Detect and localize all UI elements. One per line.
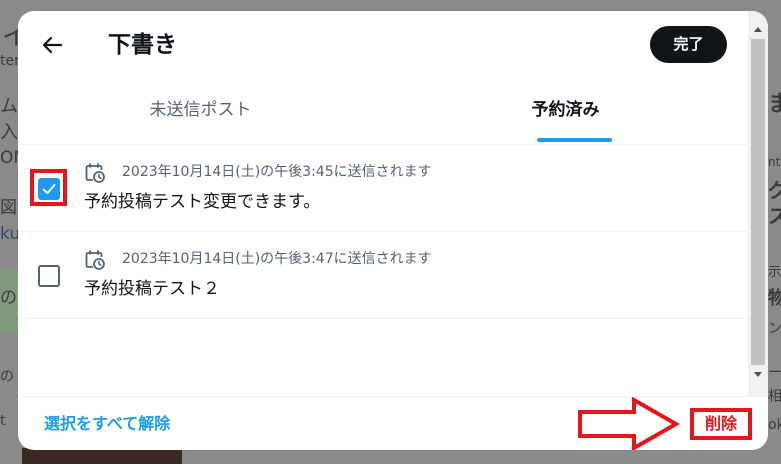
bg-fragment: ok xyxy=(768,417,781,433)
bg-fragment: ム xyxy=(0,96,18,117)
bg-fragment: の xyxy=(0,369,14,385)
dialog-header: 下書き 完了 xyxy=(18,11,768,79)
tab-unsent-posts[interactable]: 未送信ポスト xyxy=(18,79,383,144)
right-arrow-icon xyxy=(578,397,681,450)
bg-fragment: t xyxy=(0,413,6,429)
calendar-clock-icon xyxy=(85,250,105,270)
draft-checkbox[interactable] xyxy=(38,265,60,287)
bg-fragment: ー xyxy=(768,365,781,381)
clear-all-selection-button[interactable]: 選択をすべて解除 xyxy=(44,413,170,435)
scrollbar[interactable] xyxy=(748,11,768,396)
draft-item[interactable]: 2023年10月14日(土)の午後3:45に送信されます 予約投稿テスト変更でき… xyxy=(18,145,748,232)
checkbox-highlight-box xyxy=(30,169,67,206)
bg-fragment: nt xyxy=(768,155,781,169)
bg-fragment: 相 xyxy=(768,389,781,405)
bg-fragment: ま xyxy=(768,92,781,117)
bg-fragment: 入 xyxy=(0,122,18,143)
bg-fragment: ス xyxy=(768,204,781,228)
draft-item[interactable]: 2023年10月14日(土)の午後3:47に送信されます 予約投稿テスト２ xyxy=(18,232,748,319)
scroll-up-arrow-icon[interactable] xyxy=(754,27,762,32)
bg-fragment: ン xyxy=(768,321,781,337)
schedule-time: 2023年10月14日(土)の午後3:45に送信されます xyxy=(122,164,432,180)
draft-text: 予約投稿テスト変更できます。 xyxy=(84,192,321,212)
schedule-time: 2023年10月14日(土)の午後3:47に送信されます xyxy=(122,251,432,267)
draft-text: 予約投稿テスト２ xyxy=(84,279,220,299)
delete-button[interactable]: 削除 xyxy=(690,408,752,440)
arrow-left-icon xyxy=(42,36,63,54)
dialog-footer: 選択をすべて解除 削除 xyxy=(18,396,768,450)
tab-scheduled[interactable]: 予約済み xyxy=(383,79,748,144)
bg-fragment: ter xyxy=(0,53,20,69)
drafts-dialog: 下書き 完了 未送信ポスト 予約済み 2023年10月14日(土)の午後3:45… xyxy=(18,11,768,450)
calendar-clock-icon xyxy=(85,163,105,183)
dialog-title: 下書き xyxy=(108,32,177,58)
bg-fragment: 物 xyxy=(768,288,781,309)
bg-fragment: 図 xyxy=(0,198,17,218)
done-button[interactable]: 完了 xyxy=(650,26,727,63)
scroll-down-arrow-icon[interactable] xyxy=(754,372,762,377)
bg-fragment: グ xyxy=(768,178,781,202)
scroll-thumb[interactable] xyxy=(751,39,765,365)
bg-image-strip xyxy=(22,448,182,464)
drafts-tabs: 未送信ポスト 予約済み xyxy=(18,79,748,145)
bg-fragment: 示 xyxy=(768,265,781,280)
back-button[interactable] xyxy=(36,29,68,61)
active-tab-indicator xyxy=(537,138,612,142)
